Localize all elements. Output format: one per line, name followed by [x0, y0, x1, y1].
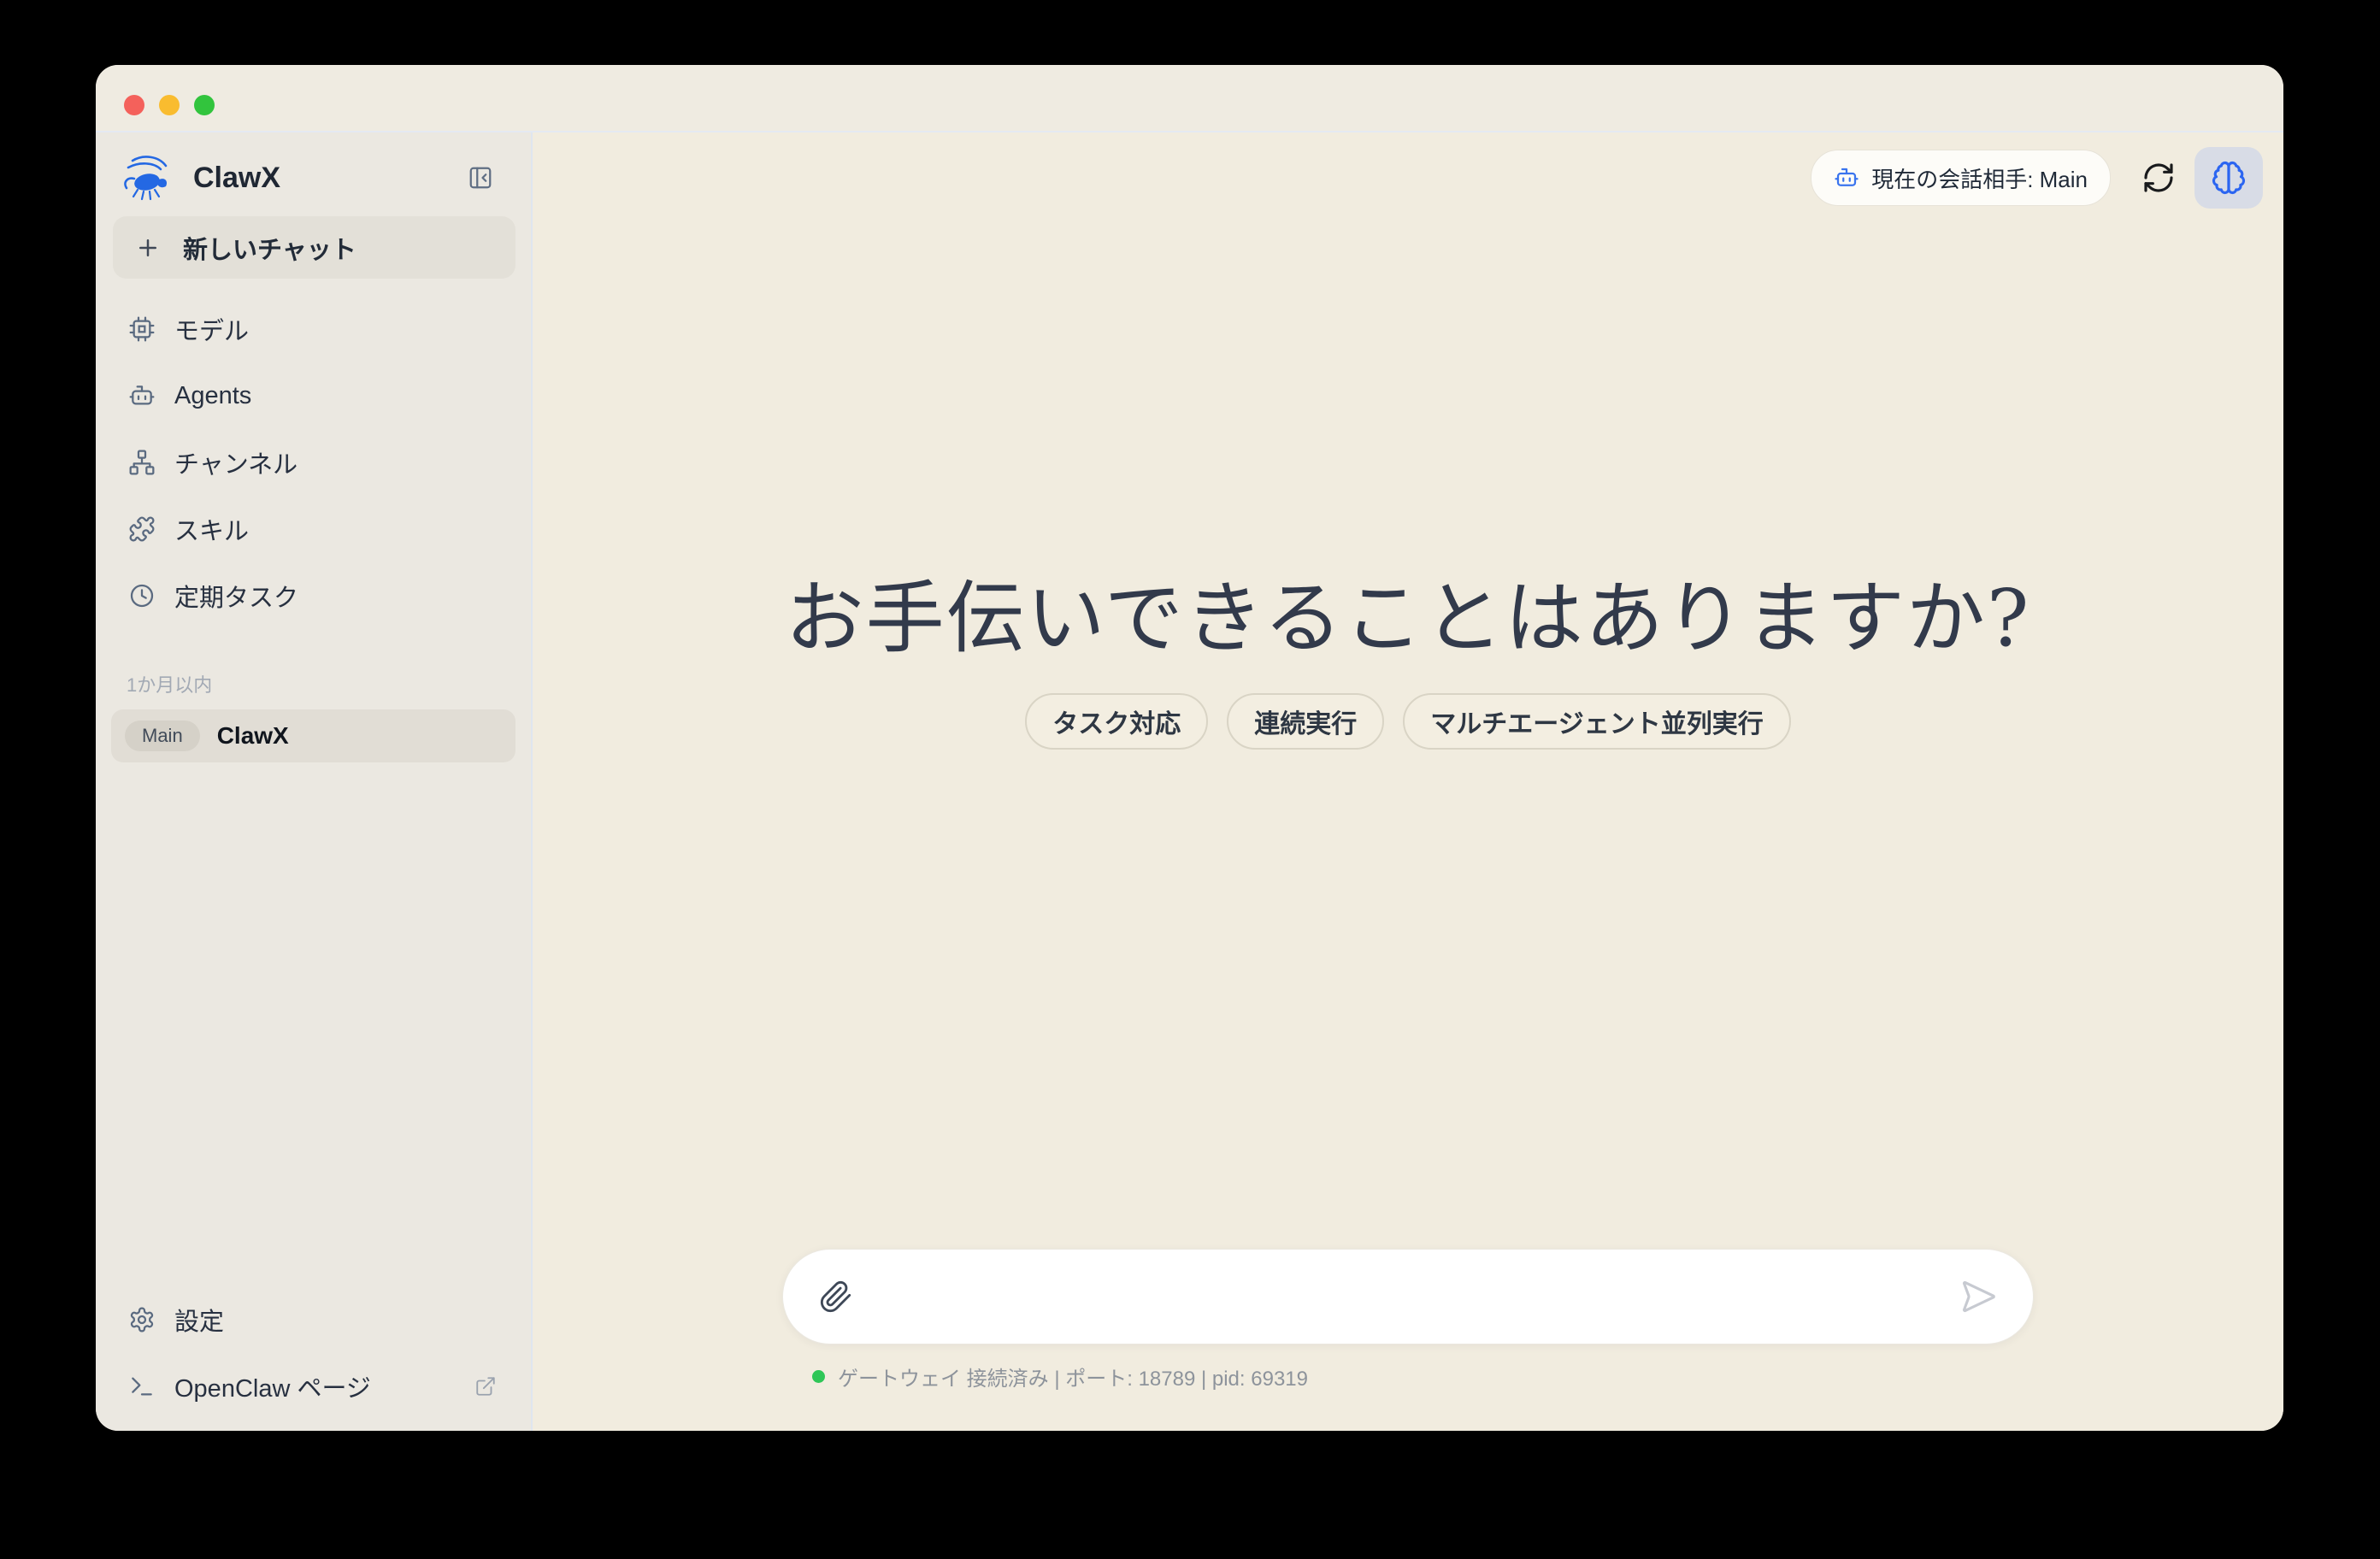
sidebar-item-channels[interactable]: チャンネル — [96, 429, 531, 496]
message-composer[interactable] — [782, 1249, 2034, 1344]
sidebar-item-models[interactable]: モデル — [96, 296, 531, 362]
sidebar-header: ClawX — [96, 132, 531, 203]
sidebar-item-label: チャンネル — [174, 444, 298, 480]
suggestion-pill-multi-agent[interactable]: マルチエージェント並列実行 — [1403, 693, 1790, 750]
chip-icon — [128, 315, 156, 343]
settings-label: 設定 — [174, 1302, 224, 1338]
sidebar-item-label: 定期タスク — [174, 578, 298, 614]
brain-icon[interactable] — [2194, 147, 2263, 209]
sidebar-item-openclaw-page[interactable]: OpenClaw ページ — [96, 1361, 531, 1412]
new-chat-button[interactable]: 新しいチャット — [113, 216, 515, 279]
refresh-icon[interactable] — [2141, 161, 2176, 195]
sidebar: ClawX 新しいチャット モデル — [96, 132, 533, 1431]
robot-icon — [1834, 165, 1859, 191]
current-partner-label: 現在の会話相手: Main — [1871, 162, 2088, 194]
sidebar-nav: モデル Agents チャンネル — [96, 296, 531, 629]
puzzle-icon — [128, 515, 156, 543]
window-controls — [124, 95, 215, 115]
sidebar-item-label: モデル — [174, 311, 249, 347]
clock-icon — [128, 582, 156, 609]
maximize-button[interactable] — [194, 95, 215, 115]
minimize-button[interactable] — [159, 95, 180, 115]
main-badge: Main — [125, 721, 200, 751]
robot-icon — [128, 382, 156, 409]
titlebar[interactable] — [96, 65, 2283, 132]
header-controls: 現在の会話相手: Main — [1811, 147, 2263, 209]
sidebar-item-settings[interactable]: 設定 — [96, 1294, 531, 1345]
suggestion-pill-task-support[interactable]: タスク対応 — [1025, 693, 1208, 750]
message-input[interactable] — [875, 1282, 1937, 1311]
close-button[interactable] — [124, 95, 144, 115]
sidebar-item-label: スキル — [174, 511, 249, 547]
greeting-heading: お手伝いできることはありますか? — [533, 555, 2283, 668]
send-icon[interactable] — [1959, 1278, 1997, 1315]
external-link-icon — [474, 1375, 497, 1397]
status-dot-icon — [812, 1370, 825, 1383]
gear-icon — [128, 1306, 156, 1333]
screen: ClawX 新しいチャット モデル — [0, 0, 2380, 1559]
history-section-label: 1か月以内 — [127, 670, 531, 697]
app-name: ClawX — [193, 162, 280, 195]
lobster-logo — [120, 153, 176, 203]
gateway-status: ゲートウェイ 接続済み | ポート: 18789 | pid: 69319 — [812, 1362, 1308, 1391]
history-item-title: ClawX — [217, 722, 289, 750]
suggestion-pills: タスク対応 連続実行 マルチエージェント並列実行 — [533, 693, 2283, 750]
sidebar-item-skills[interactable]: スキル — [96, 496, 531, 562]
sidebar-item-agents[interactable]: Agents — [96, 362, 531, 429]
terminal-icon — [128, 1373, 156, 1400]
gateway-status-text: ゲートウェイ 接続済み | ポート: 18789 | pid: 69319 — [838, 1362, 1308, 1391]
sidebar-item-label: Agents — [174, 382, 251, 410]
history-item-main-clawx[interactable]: Main ClawX — [111, 709, 515, 762]
paperclip-icon[interactable] — [819, 1280, 853, 1314]
suggestion-pill-continuous-run[interactable]: 連続実行 — [1227, 693, 1384, 750]
network-icon — [128, 449, 156, 476]
openclaw-page-label: OpenClaw ページ — [174, 1368, 371, 1404]
plus-icon — [135, 235, 161, 261]
app-window: ClawX 新しいチャット モデル — [96, 65, 2283, 1431]
current-partner-pill[interactable]: 現在の会話相手: Main — [1811, 150, 2111, 206]
panel-collapse-icon[interactable] — [468, 163, 493, 192]
main-area: 現在の会話相手: Main お手伝いできることはありますか? タスク対応 連続実… — [533, 132, 2283, 1431]
sidebar-item-scheduled-tasks[interactable]: 定期タスク — [96, 562, 531, 629]
sidebar-footer: 設定 OpenClaw ページ — [96, 1279, 531, 1412]
new-chat-label: 新しいチャット — [183, 230, 356, 266]
